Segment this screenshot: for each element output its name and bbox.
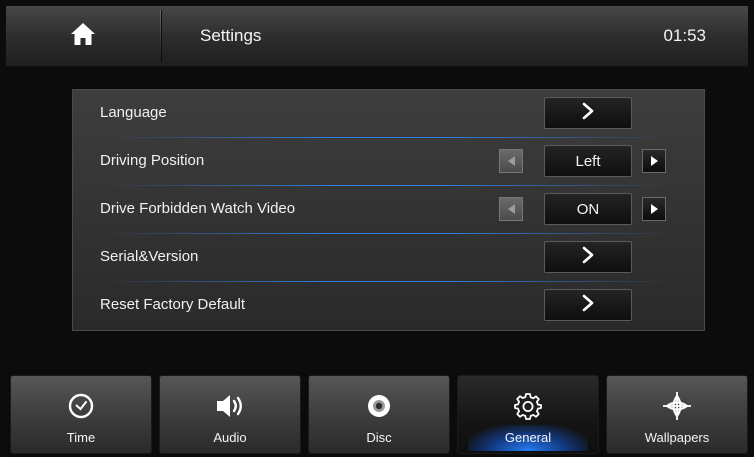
tab-audio[interactable]: Audio [159, 375, 301, 454]
tab-disc[interactable]: Disc [308, 375, 450, 454]
tab-label: Wallpapers [644, 430, 710, 445]
settings-row-label: Driving Position [100, 152, 205, 169]
arrow-right-icon [650, 156, 658, 166]
settings-list: Language Driving Position Left Drive For… [72, 89, 705, 331]
language-open-button[interactable] [544, 97, 632, 129]
settings-row-serial-version[interactable]: Serial&Version [73, 234, 704, 282]
wallpaper-icon [662, 386, 692, 426]
driving-position-next-button[interactable] [642, 149, 666, 173]
settings-row-label: Reset Factory Default [100, 296, 246, 313]
home-icon [70, 22, 96, 51]
arrow-right-icon [650, 204, 658, 214]
chevron-right-icon [581, 294, 595, 316]
disc-icon [366, 386, 392, 426]
settings-row-language[interactable]: Language [73, 90, 704, 138]
home-button[interactable] [6, 6, 160, 66]
serial-version-open-button[interactable] [544, 241, 632, 273]
driving-position-value: Left [544, 145, 632, 177]
tab-label: Audio [213, 430, 247, 445]
clock-icon [68, 386, 94, 426]
reset-factory-open-button[interactable] [544, 289, 632, 321]
speaker-icon [215, 386, 245, 426]
driving-position-prev-button[interactable] [499, 149, 523, 173]
watch-video-next-button[interactable] [642, 197, 666, 221]
tab-time[interactable]: Time [10, 375, 152, 454]
settings-row-label: Language [100, 104, 167, 121]
tab-label: Disc [366, 430, 392, 445]
tab-label: General [504, 430, 552, 445]
chevron-right-icon [581, 246, 595, 268]
settings-row-label: Serial&Version [100, 248, 199, 265]
arrow-left-icon [507, 204, 515, 214]
tab-general[interactable]: General [457, 375, 599, 454]
chevron-right-icon [581, 102, 595, 124]
top-bar: Settings 01:53 [6, 6, 748, 67]
arrow-left-icon [507, 156, 515, 166]
tab-wallpapers[interactable]: Wallpapers [606, 375, 748, 454]
page-title: Settings [200, 26, 262, 45]
gear-icon [514, 386, 542, 426]
header-divider [160, 10, 161, 62]
settings-row-driving-position: Driving Position Left [73, 138, 704, 186]
watch-video-prev-button[interactable] [499, 197, 523, 221]
tab-label: Time [66, 430, 96, 445]
watch-video-value: ON [544, 193, 632, 225]
clock-readout: 01:53 [663, 26, 706, 45]
settings-row-label: Drive Forbidden Watch Video [100, 200, 296, 217]
bottom-tab-bar: Time Audio Disc General Wallpapers [6, 372, 748, 457]
settings-row-reset-factory-default[interactable]: Reset Factory Default [73, 282, 704, 330]
settings-row-drive-forbidden-watch-video: Drive Forbidden Watch Video ON [73, 186, 704, 234]
